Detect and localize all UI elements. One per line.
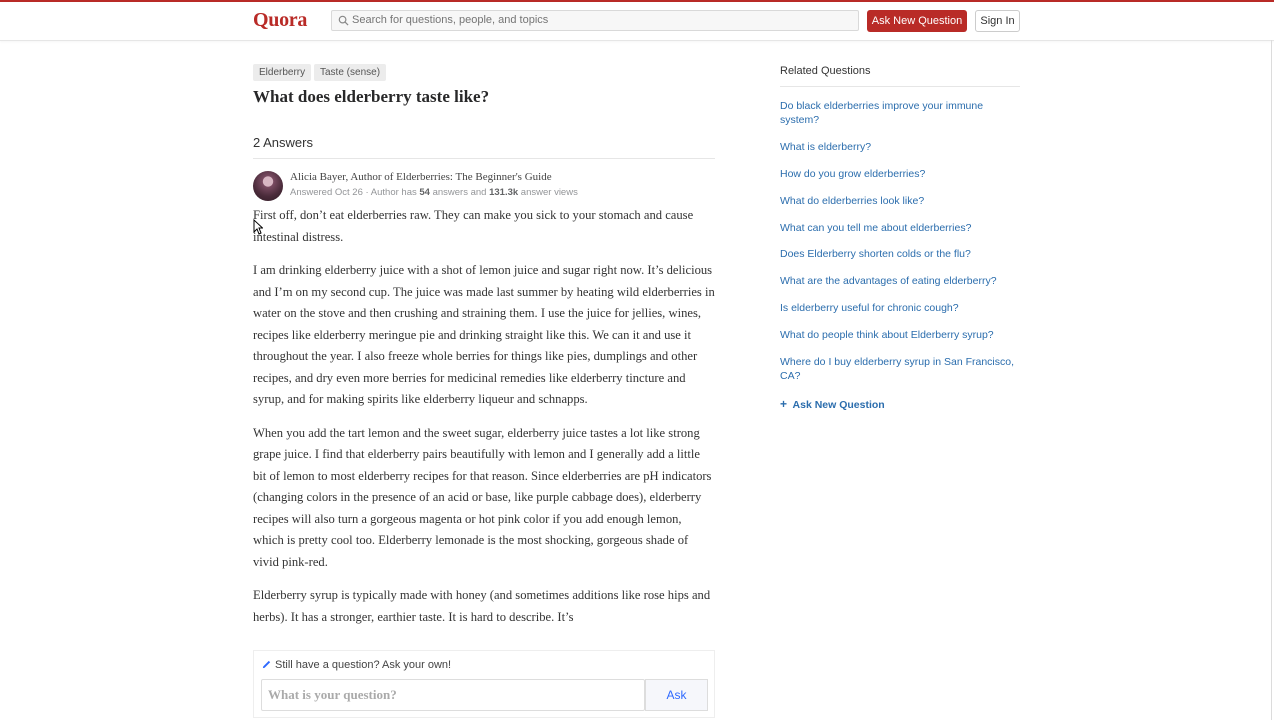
divider (780, 86, 1020, 87)
answers-count: 2 Answers (253, 135, 313, 150)
related-question-link[interactable]: Do black elderberries improve your immun… (780, 99, 1025, 127)
mouse-cursor-icon (253, 219, 263, 235)
meta-answers-count: 54 (419, 187, 430, 198)
search-input[interactable]: Search for questions, people, and topics (331, 10, 859, 31)
scrollbar[interactable] (1271, 40, 1272, 720)
meta-prefix: Answered Oct 26 · Author has (290, 187, 420, 198)
answer-paragraph: First off, don’t eat elderberries raw. T… (253, 208, 694, 244)
related-ask-label: Ask New Question (792, 399, 885, 411)
ask-new-question-button[interactable]: Ask New Question (867, 10, 967, 32)
related-question-link[interactable]: What are the advantages of eating elderb… (780, 274, 1025, 288)
divider (253, 158, 715, 159)
search-icon (338, 15, 349, 26)
ask-prompt: Still have a question? Ask your own! (275, 659, 452, 671)
answer-body: First off, don’t eat elderberries raw. T… (253, 205, 715, 650)
answer-paragraph: I am drinking elderberry juice with a sh… (253, 263, 715, 406)
related-ask-new-question-link[interactable]: + Ask New Question (780, 397, 885, 411)
question-title: What does elderberry taste like? (253, 87, 490, 106)
related-question-link[interactable]: How do you grow elderberries? (780, 167, 1025, 181)
related-question-link[interactable]: What is elderberry? (780, 140, 1025, 154)
header: Quora Search for questions, people, and … (0, 2, 1274, 41)
answer-meta: Answered Oct 26 · Author has 54 answers … (290, 187, 578, 198)
answer-paragraph: Elderberry syrup is typically made with … (253, 588, 711, 624)
related-question-link[interactable]: What do elderberries look like? (780, 194, 1025, 208)
topic-tag-elderberry[interactable]: Elderberry (253, 64, 312, 81)
search-placeholder: Search for questions, people, and topics (352, 14, 549, 26)
pencil-icon (262, 660, 271, 669)
meta-suffix: answer views (518, 187, 578, 198)
related-question-link[interactable]: Is elderberry useful for chronic cough? (780, 301, 1025, 315)
related-question-link[interactable]: Does Elderberry shorten colds or the flu… (780, 247, 1025, 261)
sign-in-button[interactable]: Sign In (975, 10, 1020, 32)
question-input[interactable]: What is your question? (261, 679, 645, 711)
plus-icon: + (780, 397, 788, 411)
author-credential[interactable]: Alicia Bayer, Author of Elderberries: Th… (290, 171, 552, 183)
topic-tag-taste[interactable]: Taste (sense) (314, 64, 387, 81)
related-question-link[interactable]: Where do I buy elderberry syrup in San F… (780, 355, 1025, 383)
ask-question-box: Still have a question? Ask your own! Wha… (253, 650, 715, 718)
ask-submit-button[interactable]: Ask (645, 679, 708, 711)
quora-logo[interactable]: Quora (253, 9, 307, 32)
answer-paragraph: When you add the tart lemon and the swee… (253, 425, 712, 569)
related-questions-heading: Related Questions (780, 65, 871, 77)
meta-mid: answers and (429, 187, 490, 198)
related-question-link[interactable]: What do people think about Elderberry sy… (780, 328, 1025, 342)
related-question-link[interactable]: What can you tell me about elderberries? (780, 221, 1025, 235)
avatar[interactable] (253, 171, 283, 201)
meta-views-count: 131.3k (489, 187, 519, 198)
